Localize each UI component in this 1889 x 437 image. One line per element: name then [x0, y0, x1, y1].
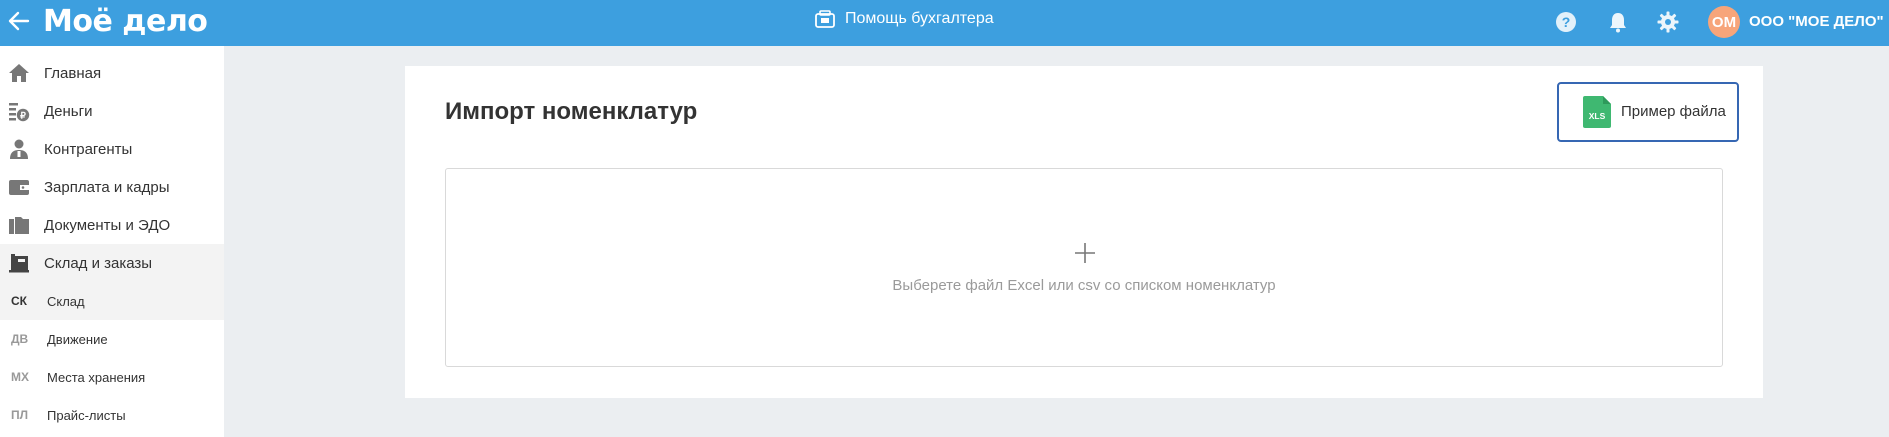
money-icon: ₽ — [9, 103, 30, 122]
contractors-icon — [10, 139, 28, 159]
xls-badge-text: XLS — [1589, 111, 1606, 121]
sidebar-item-label: Контрагенты — [44, 140, 133, 158]
file-dropzone[interactable]: Выберете файл Excel или csv со списком н… — [445, 168, 1723, 367]
sidebar-item-money[interactable]: ₽ Деньги — [0, 92, 224, 130]
subitem-label: Склад — [47, 293, 85, 309]
sidebar-item-salary[interactable]: Зарплата и кадры — [0, 168, 224, 206]
folder-icon — [9, 217, 29, 234]
page-title: Импорт номенклатур — [445, 98, 698, 125]
top-header: Моё дело Помощь бухгалтера ? ОМ ООО "МОЕ… — [0, 0, 1889, 46]
app-logo[interactable]: Моё дело — [43, 4, 208, 39]
svg-text:?: ? — [1562, 14, 1571, 30]
subitem-label: Движение — [47, 331, 108, 347]
sidebar-subitem-stock[interactable]: СК Склад — [0, 282, 224, 320]
accountant-help-button[interactable]: Помощь бухгалтера — [815, 9, 994, 29]
subitem-abbr: ПЛ — [11, 408, 29, 422]
dropzone-hint: Выберете файл Excel или csv со списком н… — [892, 277, 1276, 294]
sidebar-item-warehouse[interactable]: Склад и заказы — [0, 244, 224, 282]
sidebar-item-documents[interactable]: Документы и ЭДО — [0, 206, 224, 244]
subitem-label: Места хранения — [47, 369, 146, 385]
subitem-abbr: ДВ — [11, 332, 29, 346]
back-arrow-icon — [8, 11, 30, 31]
wallet-icon — [9, 180, 29, 195]
sidebar: Главная ₽ Деньги Контрагенты Зарплата и … — [0, 46, 224, 437]
helper-icon — [815, 10, 835, 28]
sidebar-subitem-movement[interactable]: ДВ Движение — [0, 320, 224, 358]
home-icon — [9, 64, 29, 82]
sidebar-item-contractors[interactable]: Контрагенты — [0, 130, 224, 168]
sample-file-button[interactable]: XLS Пример файла — [1557, 82, 1739, 142]
sidebar-item-label: Зарплата и кадры — [44, 178, 170, 196]
sidebar-subitem-storage-places[interactable]: МХ Места хранения — [0, 358, 224, 396]
import-card: Импорт номенклатур XLS Пример файла Выбе… — [405, 66, 1763, 398]
sidebar-item-label: Главная — [44, 64, 102, 82]
sidebar-subitem-price-lists[interactable]: ПЛ Прайс-листы — [0, 396, 224, 434]
back-button[interactable] — [6, 8, 32, 34]
sidebar-item-home[interactable]: Главная — [0, 54, 224, 92]
warehouse-icon — [9, 254, 29, 273]
bell-icon[interactable] — [1606, 10, 1630, 34]
subitem-abbr: МХ — [11, 370, 29, 384]
sidebar-item-label: Деньги — [44, 102, 93, 120]
sidebar-item-label: Документы и ЭДО — [44, 216, 171, 234]
subitem-label: Прайс-листы — [47, 407, 126, 423]
avatar[interactable]: ОМ — [1708, 6, 1740, 38]
helper-label: Помощь бухгалтера — [845, 10, 994, 27]
subitem-abbr: СК — [11, 294, 27, 308]
plus-icon — [1075, 243, 1095, 263]
sidebar-item-label: Склад и заказы — [44, 254, 153, 272]
sample-file-label: Пример файла — [1621, 103, 1726, 120]
gear-icon[interactable] — [1656, 10, 1680, 34]
organization-name[interactable]: ООО "МОЕ ДЕЛО" — [1749, 13, 1884, 30]
svg-text:₽: ₽ — [20, 111, 26, 121]
xls-file-icon: XLS — [1583, 96, 1611, 128]
help-icon[interactable]: ? — [1554, 10, 1578, 34]
